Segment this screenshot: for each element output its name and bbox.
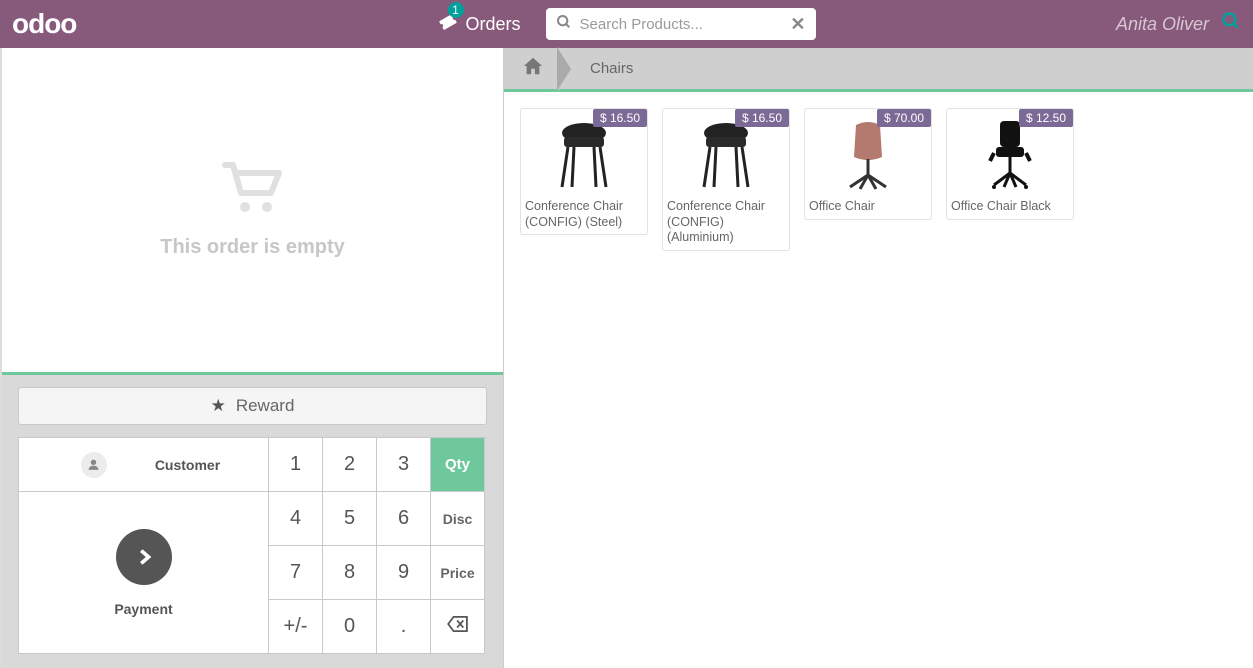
customer-label: Customer: [155, 457, 220, 473]
numpad-1[interactable]: 1: [269, 438, 323, 492]
price-tag: $ 16.50: [735, 109, 789, 127]
product-name: Conference Chair (CONFIG) (Aluminium): [663, 197, 789, 246]
numpad-5[interactable]: 5: [323, 492, 377, 546]
orders-label: Orders: [465, 14, 520, 35]
reward-label: Reward: [236, 396, 295, 416]
product-name: Office Chair: [805, 197, 931, 215]
numpad-6[interactable]: 6: [377, 492, 431, 546]
home-icon: [522, 55, 544, 82]
cart-area: This order is empty: [2, 48, 503, 375]
chevron-right-icon: [116, 529, 172, 585]
orders-button[interactable]: 1 Orders: [437, 12, 520, 37]
user-icon: [81, 452, 107, 478]
search-right-icon[interactable]: [1221, 11, 1241, 37]
price-tag: $ 70.00: [877, 109, 931, 127]
payment-button[interactable]: Payment: [19, 492, 269, 654]
numpad-8[interactable]: 8: [323, 546, 377, 600]
payment-label: Payment: [114, 601, 172, 617]
breadcrumb-category[interactable]: Chairs: [570, 60, 653, 77]
product-name: Conference Chair (CONFIG) (Steel): [521, 197, 647, 230]
reward-button[interactable]: ★ Reward: [18, 387, 487, 425]
username[interactable]: Anita Oliver: [1116, 14, 1209, 35]
customer-button[interactable]: Customer: [19, 438, 269, 492]
numpad-dot[interactable]: .: [377, 600, 431, 654]
breadcrumb-home[interactable]: [514, 47, 558, 91]
product-card[interactable]: $ 12.50 Office Chair Black: [946, 108, 1074, 220]
numpad-backspace[interactable]: [431, 600, 485, 654]
breadcrumb-separator: [558, 47, 572, 91]
numpad-2[interactable]: 2: [323, 438, 377, 492]
numpad-sign[interactable]: +/-: [269, 600, 323, 654]
cart-icon: [221, 161, 285, 220]
search-input[interactable]: [580, 16, 791, 33]
controls-area: ★ Reward Customer 1 2 3 Qty: [2, 375, 503, 668]
orders-badge: 1: [447, 2, 463, 18]
product-card[interactable]: $ 16.50 Conference Chair (CONFIG) (Steel…: [520, 108, 648, 235]
numpad-3[interactable]: 3: [377, 438, 431, 492]
product-card[interactable]: $ 70.00 Office Chair: [804, 108, 932, 220]
numpad-4[interactable]: 4: [269, 492, 323, 546]
mode-qty[interactable]: Qty: [431, 438, 485, 492]
numpad-0[interactable]: 0: [323, 600, 377, 654]
price-tag: $ 12.50: [1019, 109, 1073, 127]
logo: odoo: [12, 8, 76, 40]
star-icon: ★: [211, 396, 226, 416]
clear-search-icon[interactable]: ✕: [790, 14, 805, 35]
breadcrumb: Chairs: [504, 48, 1253, 92]
backspace-icon: [447, 615, 469, 638]
mode-price[interactable]: Price: [431, 546, 485, 600]
price-tag: $ 16.50: [593, 109, 647, 127]
numpad-9[interactable]: 9: [377, 546, 431, 600]
cart-empty-text: This order is empty: [160, 236, 345, 259]
numpad: Customer 1 2 3 Qty Payment 4 5 6 Disc 7 …: [18, 437, 487, 654]
order-pane: This order is empty ★ Reward Customer 1 …: [2, 48, 504, 668]
search-icon: [556, 14, 572, 35]
search-box[interactable]: ✕: [546, 8, 816, 40]
ticket-icon: 1: [437, 12, 457, 37]
products-pane: Chairs $ 16.50 Conference Chair (CONFIG: [504, 48, 1253, 668]
topbar: odoo 1 Orders ✕ Anita Oliver: [0, 0, 1253, 48]
product-name: Office Chair Black: [947, 197, 1073, 215]
product-grid: $ 16.50 Conference Chair (CONFIG) (Steel…: [504, 92, 1253, 267]
numpad-7[interactable]: 7: [269, 546, 323, 600]
mode-disc[interactable]: Disc: [431, 492, 485, 546]
product-card[interactable]: $ 16.50 Conference Chair (CONFIG) (Alumi…: [662, 108, 790, 251]
